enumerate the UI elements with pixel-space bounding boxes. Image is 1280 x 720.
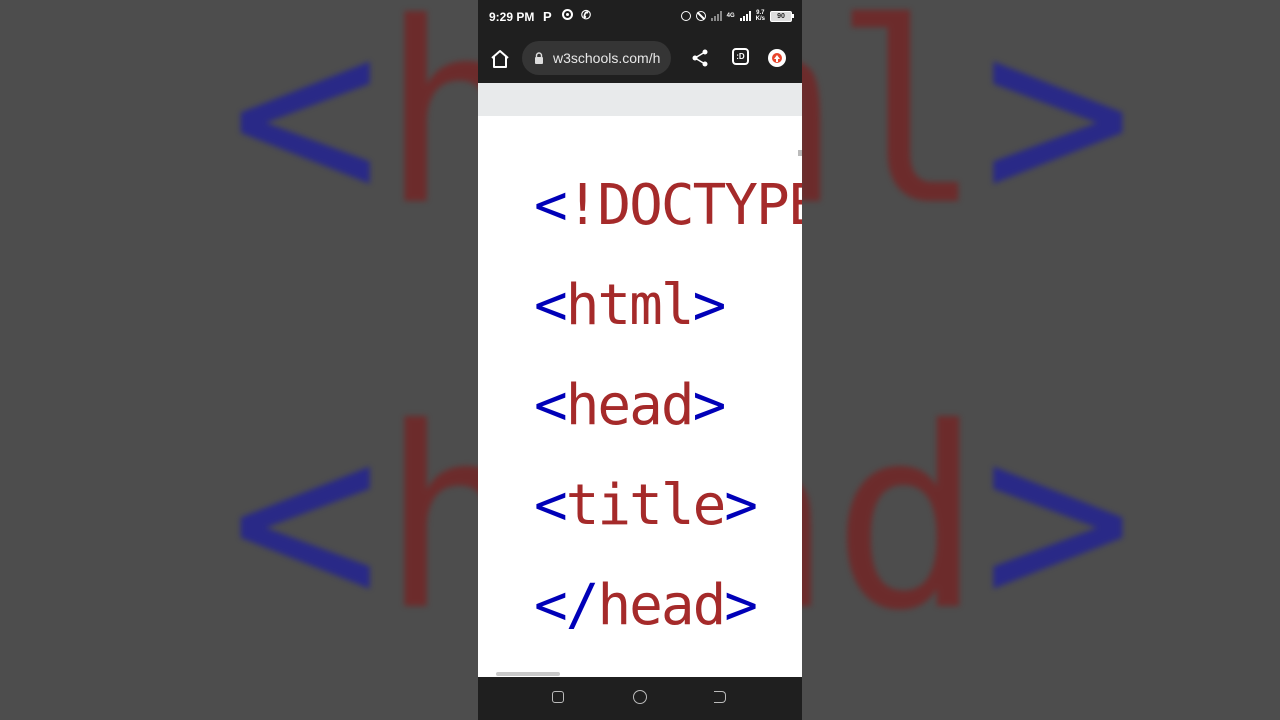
recents-icon[interactable]	[552, 691, 564, 703]
status-time: 9:29 PM	[489, 10, 535, 24]
call-icon: ✆	[581, 8, 592, 22]
home-icon[interactable]	[488, 47, 512, 71]
battery-icon: 90	[770, 10, 794, 22]
browser-toolbar: w3schools.com/h :D	[478, 34, 802, 83]
screen-record-icon	[562, 9, 573, 20]
scroll-indicator	[798, 150, 802, 156]
status-bar: 9:29 PM P ✆ 4G 9.7 K/s 90	[478, 0, 802, 34]
home-circle-icon[interactable]	[633, 690, 647, 704]
do-not-disturb-icon	[695, 11, 706, 21]
back-icon[interactable]	[714, 691, 726, 703]
status-icons: 4G 9.7 K/s 90	[680, 9, 794, 23]
address-bar[interactable]: w3schools.com/h	[522, 41, 671, 75]
share-icon[interactable]	[690, 48, 710, 68]
lock-icon	[535, 52, 543, 64]
url-text: w3schools.com/h	[553, 50, 661, 66]
code-line-html: <html>	[534, 273, 726, 338]
network-type: 4G	[726, 13, 735, 19]
update-icon[interactable]	[768, 49, 786, 67]
alarm-icon	[680, 11, 691, 21]
code-line-title: <title>	[534, 473, 758, 538]
page-header-band	[478, 83, 802, 116]
horizontal-scrollbar[interactable]	[496, 672, 560, 676]
phone-screen: 9:29 PM P ✆ 4G 9.7 K/s 90 w3schools.com/h	[478, 0, 802, 720]
signal-sim1-icon	[710, 11, 722, 21]
parking-app-icon: P	[543, 9, 552, 24]
tab-switcher-icon[interactable]: :D	[732, 48, 749, 65]
signal-sim2-icon	[739, 11, 751, 21]
code-example[interactable]: <!DOCTYPE <html> <head> <title> </head>	[478, 116, 802, 677]
code-line-head-close: </head>	[534, 573, 758, 638]
system-navigation-bar	[478, 677, 802, 720]
network-speed: 9.7 K/s	[755, 10, 765, 22]
code-line-head: <head>	[534, 373, 726, 438]
code-line-doctype: <!DOCTYPE	[534, 173, 802, 238]
